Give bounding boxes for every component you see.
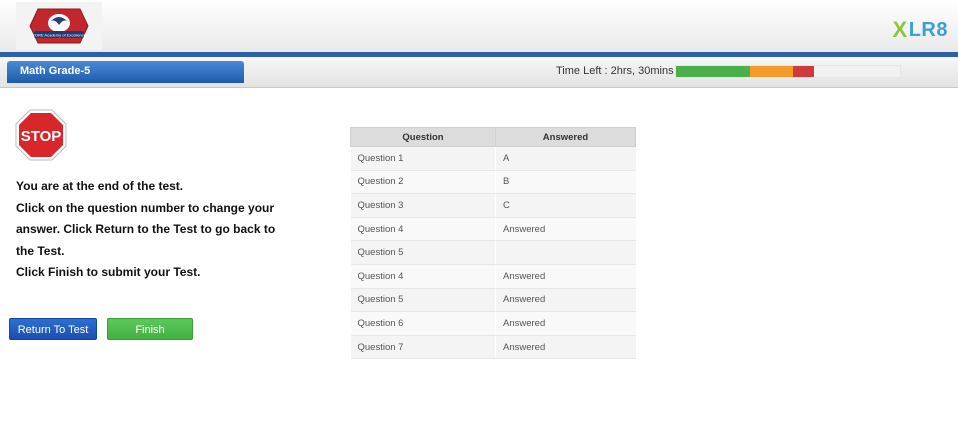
app-header: CORE Academy of Excellence X LR8 <box>0 0 958 54</box>
answer-cell: Answered <box>495 311 636 336</box>
answer-cell <box>495 240 636 265</box>
table-row[interactable]: Question 4 Answered <box>350 264 636 289</box>
time-segment-orange <box>750 66 793 77</box>
question-link[interactable]: Question 3 <box>350 193 496 218</box>
table-row[interactable]: Question 5 Answered <box>350 288 636 313</box>
question-link[interactable]: Question 7 <box>350 335 496 360</box>
answer-cell: Answered <box>495 335 636 360</box>
table-row[interactable]: Question 1A <box>350 146 636 171</box>
table-row[interactable]: Question 5 <box>350 240 636 265</box>
time-left-label: Time Left : 2hrs, 30mins <box>556 65 674 77</box>
answer-cell: C <box>495 193 636 218</box>
question-link[interactable]: Question 5 <box>350 240 496 265</box>
message-line: Click on the question number to change y… <box>16 200 275 215</box>
table-row[interactable]: Question 6 Answered <box>350 311 636 336</box>
test-bar: Math Grade-5 Time Left : 2hrs, 30mins <box>0 52 958 88</box>
question-link[interactable]: Question 5 <box>350 288 496 313</box>
answer-cell: Answered <box>495 288 636 313</box>
finish-button[interactable]: Finish <box>107 318 193 340</box>
question-link[interactable]: Question 2 <box>350 170 496 195</box>
answer-cell: A <box>495 146 636 171</box>
question-link[interactable]: Question 4 <box>350 217 496 242</box>
return-to-test-button[interactable]: Return To Test <box>9 318 97 340</box>
column-header-answered: Answered <box>495 127 636 147</box>
time-progress-bar <box>675 65 901 78</box>
stop-text: STOP <box>21 128 62 145</box>
xlr8-logo: X LR8 <box>893 17 948 43</box>
question-link[interactable]: Question 6 <box>350 311 496 336</box>
table-header-row: Question Answered <box>350 127 636 147</box>
question-summary-table: Question Answered Question 1A Question 2… <box>350 127 636 360</box>
answer-cell: B <box>495 170 636 195</box>
table-row[interactable]: Question 4 Answered <box>350 217 636 242</box>
column-header-question: Question <box>350 127 496 147</box>
logo-text: CORE Academy of Excellence <box>32 33 87 38</box>
time-segment-green <box>676 66 750 77</box>
brand-x: X <box>892 17 908 42</box>
time-segment-red <box>793 66 814 77</box>
message-line: Click Finish to submit your Test. <box>16 265 201 279</box>
table-row[interactable]: Question 2B <box>350 170 636 195</box>
message-line: the Test. <box>16 243 65 258</box>
school-logo: CORE Academy of Excellence <box>16 2 102 50</box>
table-row[interactable]: Question 7 Answered <box>350 335 636 360</box>
brand-rest: LR8 <box>908 18 948 41</box>
table-row[interactable]: Question 3C <box>350 193 636 218</box>
message-line: answer. Click Return to the Test to go b… <box>16 222 276 236</box>
subject-tab: Math Grade-5 <box>7 61 244 83</box>
message-line: You are at the end of the test. <box>16 179 184 193</box>
question-link[interactable]: Question 4 <box>350 264 496 289</box>
answer-cell: Answered <box>495 264 636 289</box>
question-link[interactable]: Question 1 <box>350 146 496 171</box>
end-of-test-message: You are at the end of the test. Click on… <box>16 176 286 284</box>
answer-cell: Answered <box>495 217 636 242</box>
stop-icon: STOP <box>15 109 67 161</box>
